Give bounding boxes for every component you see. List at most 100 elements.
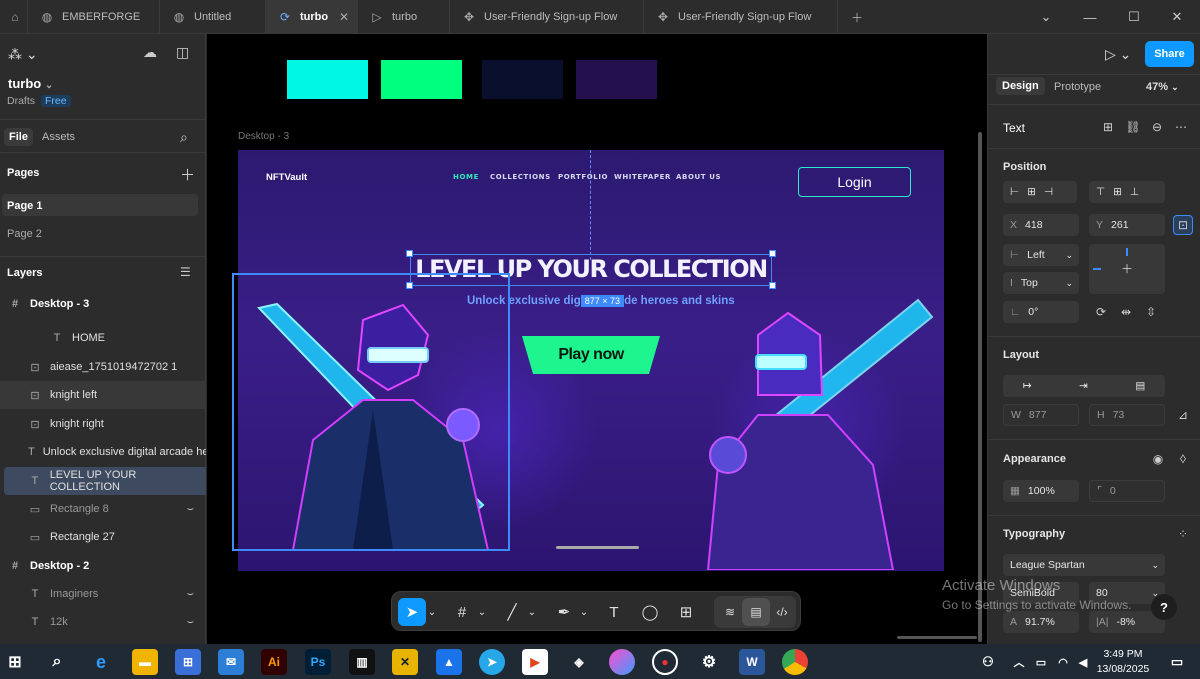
x-position-field[interactable]: X 418 [1003,214,1079,236]
vertical-constraint-select[interactable]: I Top ⌄ [1003,272,1079,294]
tab-signup-flow-2[interactable]: ✥ User-Friendly Sign-up Flow [644,0,838,34]
app-icon[interactable]: ▲ [436,649,462,675]
tab-assets[interactable]: Assets [42,131,75,143]
more-icon[interactable]: ⋯ [1171,117,1191,137]
app-icon[interactable]: ✕ [392,649,418,675]
tab-turbo-file[interactable]: ⟳ turbo ✕ [266,0,358,34]
settings-gear-icon[interactable]: ⚙ [696,649,722,675]
align-right-icon[interactable]: ⊣ [1044,186,1053,198]
layer-item[interactable]: T HOME [0,324,206,352]
windows-start-icon[interactable]: ⊞ [2,649,28,675]
minimize-button[interactable]: — [1067,0,1113,34]
tab-signup-flow-1[interactable]: ✥ User-Friendly Sign-up Flow [450,0,644,34]
rotation-field[interactable]: ∟ 0° [1003,301,1079,323]
hidden-eye-icon[interactable]: ⌣ [187,503,194,516]
text-resize-group[interactable]: ↦ ⇥ ▤ [1003,375,1165,397]
record-icon[interactable]: ● [652,649,678,675]
hidden-eye-icon[interactable]: ⌣ [187,588,194,601]
pen-tool-button[interactable]: ✒ [550,598,578,626]
width-field[interactable]: W 877 [1003,404,1079,426]
close-window-button[interactable]: ✕ [1154,0,1200,34]
link-icon[interactable]: ⛓ [1123,117,1143,137]
close-tab-icon[interactable]: ✕ [339,10,349,24]
volume-icon[interactable]: ◀ [1070,649,1096,675]
edge-icon[interactable]: e [88,649,114,675]
file-explorer-icon[interactable]: ▬ [132,649,158,675]
align-hcenter-icon[interactable]: ⊞ [1027,186,1036,198]
page-item-page-2[interactable]: Page 2 [7,228,42,240]
file-name[interactable]: turbo ⌄ [8,76,53,91]
align-left-icon[interactable]: ⊢ [1010,186,1019,198]
comment-tool-button[interactable]: ◯ [636,598,664,626]
y-position-field[interactable]: Y 261 [1089,214,1165,236]
layer-item[interactable]: # Desktop - 2 [0,552,206,580]
clock-date[interactable]: 13/08/2025 [1094,663,1152,675]
panel-toggle-icon[interactable]: ◫ [176,44,189,61]
horizontal-scrollbar[interactable] [897,636,977,639]
zoom-level[interactable]: 47% ⌄ [1146,81,1179,93]
layer-item[interactable]: ⊡ knight right [0,410,206,438]
chrome-icon[interactable] [782,649,808,675]
font-family-select[interactable]: League Spartan ⌄ [1003,554,1165,576]
auto-height-icon[interactable]: ⇥ [1079,380,1088,392]
page-item-page-1[interactable]: Page 1 [2,194,198,216]
text-tool-button[interactable]: T [600,598,628,626]
layer-item[interactable]: ▭ Rectangle 27 [0,523,206,551]
color-swatch[interactable] [576,60,657,99]
clock-time[interactable]: 3:49 PM [1098,648,1148,660]
constraints-icon[interactable]: ⊡ [1173,215,1193,235]
frame-tool-menu[interactable]: ⌄ [476,598,488,626]
align-vcenter-icon[interactable]: ⊞ [1113,186,1122,198]
store-icon[interactable]: ⊞ [175,649,201,675]
share-button[interactable]: Share [1145,41,1194,67]
tab-emberforge[interactable]: ◍ EMBERFORGE [28,0,160,34]
align-left-group[interactable]: ⊢ ⊞ ⊣ [1003,181,1077,203]
layer-item[interactable]: T Imaginers ⌣ [0,580,206,608]
capcut-icon[interactable]: ▥ [349,649,375,675]
layer-item[interactable]: ⊡ knight left [0,381,206,409]
app-icon[interactable] [609,649,635,675]
auto-width-icon[interactable]: ↦ [1023,380,1032,392]
blend-drop-icon[interactable]: ◊ [1173,449,1193,469]
frame-tool-button[interactable]: # [448,598,476,626]
layer-item[interactable]: T Unlock exclusive digital arcade he [0,438,206,466]
align-bottom-icon[interactable]: ⊥ [1130,186,1139,198]
resize-to-fit-icon[interactable]: ⊿ [1173,405,1193,425]
line-height-field[interactable]: A 91.7% [1003,611,1079,633]
maximize-button[interactable]: ☐ [1111,0,1157,34]
opacity-field[interactable]: ▦ 100% [1003,480,1079,502]
layer-item[interactable]: # Desktop - 3 [0,290,206,318]
align-top-group[interactable]: ⊤ ⊞ ⊥ [1089,181,1165,203]
move-tool-menu[interactable]: ⌄ [426,598,438,626]
constraint-widget[interactable]: ＋ [1089,244,1165,294]
tab-turbo-prototype[interactable]: ▷ turbo [358,0,450,34]
canvas[interactable]: Desktop - 3 NFTVault HOME COLLECTIONS PO… [207,34,987,644]
hidden-eye-icon[interactable]: ⌣ [187,616,194,629]
move-tool-button[interactable]: ➤ [398,598,426,626]
app-icon[interactable]: ◈ [566,649,592,675]
component-icon[interactable]: ⊖ [1147,117,1167,137]
app-icon[interactable]: ▶ [522,649,548,675]
align-top-icon[interactable]: ⊤ [1096,186,1105,198]
layer-item-selected[interactable]: T LEVEL UP YOUR COLLECTION [4,467,206,495]
line-tool-button[interactable]: ╱ [498,598,526,626]
vertical-scrollbar[interactable] [978,132,982,642]
layer-item[interactable]: ⊡ aiease_1751019472702 1 [0,353,206,381]
pen-tool-menu[interactable]: ⌄ [578,598,590,626]
dev-mode-button[interactable]: ‹/› [768,598,796,626]
tab-file[interactable]: File [4,128,33,146]
help-button[interactable]: ? [1151,594,1177,620]
color-swatch[interactable] [381,60,462,99]
flip-vertical-icon[interactable]: ⇳ [1141,302,1161,322]
rotate-icon[interactable]: ⟳ [1091,302,1111,322]
tabs-dropdown-button[interactable]: ⌄ [1023,0,1069,34]
new-tab-button[interactable]: ＋ [838,0,874,34]
search-icon[interactable]: ⌕ [180,129,188,146]
design-mode-button[interactable]: ▤ [742,598,770,626]
fixed-size-icon[interactable]: ▤ [1135,380,1145,392]
photoshop-icon[interactable]: Ps [305,649,331,675]
color-swatch[interactable] [482,60,563,99]
collapse-layers-icon[interactable]: ☰ [180,265,191,279]
draw-mode-button[interactable]: ≋ [716,598,744,626]
grid-icon[interactable]: ⊞ [1098,117,1118,137]
